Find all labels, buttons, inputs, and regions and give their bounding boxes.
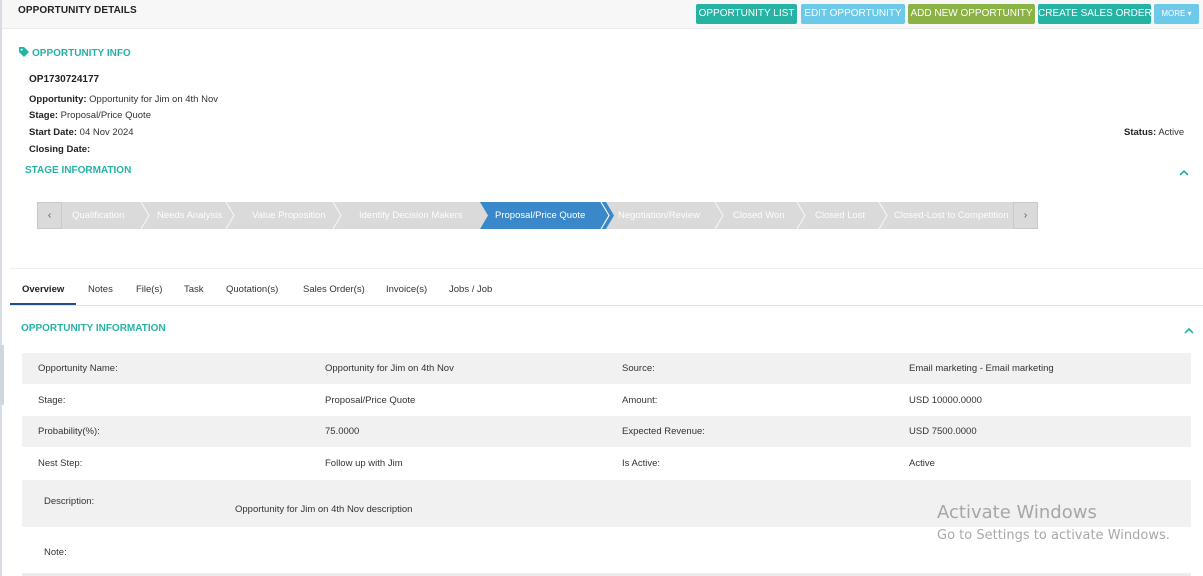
stage-proposal-price-quote[interactable]: Proposal/Price Quote <box>495 202 585 229</box>
status-label: Status: <box>1124 127 1157 138</box>
page-header: OPPORTUNITY DETAILS OPPORTUNITY LIST EDI… <box>2 0 1203 29</box>
stage-row: Stage: Proposal/Price Quote <box>29 110 151 121</box>
opportunity-info-title: OPPORTUNITY INFO <box>32 48 131 59</box>
tag-icon <box>19 47 29 57</box>
activate-windows-title: Activate Windows <box>937 502 1097 523</box>
tab-sales-order-s[interactable]: Sales Order(s) <box>303 284 365 295</box>
field-label: Is Active: <box>622 457 661 469</box>
left-edge-marker <box>0 345 4 405</box>
field-value: Follow up with Jim <box>325 457 403 469</box>
tab-overview[interactable]: Overview <box>22 284 64 295</box>
add-new-opportunity-button[interactable]: ADD NEW OPPORTUNITY <box>908 4 1035 24</box>
table-row: Stage: Proposal/Price Quote Amount: USD 100… <box>22 385 1191 416</box>
opportunity-list-button[interactable]: OPPORTUNITY LIST <box>696 4 797 24</box>
tab-task[interactable]: Task <box>184 284 204 295</box>
table-row: Probability(%): 75.0000 Expected Revenue: U… <box>22 416 1191 447</box>
tab-jobs-job[interactable]: Jobs / Job <box>449 284 492 295</box>
field-value: 75.0000 <box>325 426 360 437</box>
stage-closed-won[interactable]: Closed Won <box>733 202 785 229</box>
stage-value-proposition[interactable]: Value Proposition <box>252 202 326 229</box>
opportunity-info-heading: OPPORTUNITY INFO <box>19 47 131 59</box>
field-value: USD 7500.0000 <box>909 426 977 437</box>
stage-identify-decision-makers[interactable]: Identify Decision Makers <box>359 202 462 229</box>
stage-qualification[interactable]: Qualification <box>72 202 124 229</box>
closing-date-label: Closing Date: <box>29 144 91 155</box>
collapse-stage-chevron-icon[interactable] <box>1178 169 1190 177</box>
field-label: Stage: <box>38 394 66 406</box>
start-date-value: 04 Nov 2024 <box>77 127 134 138</box>
create-sales-order-button[interactable]: CREATE SALES ORDER <box>1038 4 1152 24</box>
more-dropdown-button[interactable]: MORE ▾ <box>1154 4 1199 24</box>
page-title: OPPORTUNITY DETAILS <box>18 5 137 16</box>
stage-separator <box>796 202 806 229</box>
stage-progress-bar: ‹ Qualification Needs Analysis Value Propo… <box>37 202 1038 229</box>
field-label: Opportunity Name: <box>38 363 118 374</box>
tab-quotation-s[interactable]: Quotation(s) <box>226 284 278 295</box>
stage-separator <box>714 202 724 229</box>
section-divider <box>10 268 1203 269</box>
field-value: Email marketing - Email marketing <box>909 363 1054 374</box>
opportunity-name-row: Opportunity: Opportunity for Jim on 4th … <box>29 94 218 105</box>
start-date-label: Start Date: <box>29 127 78 138</box>
note-label: Note: <box>44 547 67 558</box>
field-value: Active <box>909 457 935 469</box>
stage-separator <box>225 202 235 229</box>
table-row: Nest Step: Follow up with Jim Is Active: Ac… <box>22 448 1191 479</box>
activate-windows-subtitle: Go to Settings to activate Windows. <box>937 528 1170 543</box>
opportunity-value: Opportunity for Jim on 4th Nov <box>86 94 218 105</box>
stage-needs-analysis[interactable]: Needs Analysis <box>157 202 222 229</box>
field-label: Source: <box>622 363 655 374</box>
stage-separator <box>332 202 342 229</box>
left-edge <box>0 0 2 576</box>
stage-next-button[interactable]: › <box>1013 202 1038 229</box>
field-value: Opportunity for Jim on 4th Nov <box>325 363 454 374</box>
collapse-information-chevron-icon[interactable] <box>1183 327 1195 335</box>
stage-negotiation-review[interactable]: Negotiation/Review <box>618 202 700 229</box>
opportunity-information-heading: OPPORTUNITY INFORMATION <box>21 323 166 334</box>
stage-separator <box>600 202 610 229</box>
stage-prev-button[interactable]: ‹ <box>37 202 62 229</box>
tab-notes[interactable]: Notes <box>88 284 113 295</box>
status-row: Status: Active <box>1124 127 1184 138</box>
stage-closed-lost-to-competition[interactable]: Closed-Lost to Competition <box>894 202 1009 229</box>
stage-information-heading: STAGE INFORMATION <box>25 165 132 176</box>
stage-separator <box>878 202 888 229</box>
opportunity-id: OP1730724177 <box>29 74 100 85</box>
field-label: Nest Step: <box>38 457 83 469</box>
stage-value: Proposal/Price Quote <box>58 110 151 121</box>
field-value: Proposal/Price Quote <box>325 394 416 406</box>
stage-separator <box>140 202 150 229</box>
field-label: Expected Revenue: <box>622 426 705 437</box>
field-value: USD 10000.0000 <box>909 394 982 406</box>
stage-closed-lost[interactable]: Closed Lost <box>815 202 865 229</box>
tabs-baseline <box>10 305 1203 306</box>
edit-opportunity-button[interactable]: EDIT OPPORTUNITY <box>801 4 905 24</box>
table-row: Opportunity Name: Opportunity for Jim on … <box>22 353 1191 384</box>
description-label: Description: <box>44 496 95 507</box>
stage-label: Stage: <box>29 110 59 121</box>
tab-file-s[interactable]: File(s) <box>136 284 162 295</box>
field-label: Amount: <box>622 394 658 406</box>
start-date-row: Start Date: 04 Nov 2024 <box>29 127 134 138</box>
field-label: Probability(%): <box>38 426 100 437</box>
tab-invoice-s[interactable]: Invoice(s) <box>386 284 427 295</box>
status-value: Active <box>1156 127 1185 138</box>
description-value: Opportunity for Jim on 4th Nov descripti… <box>235 504 413 515</box>
closing-date-row: Closing Date: <box>29 144 90 155</box>
active-tab-indicator <box>10 303 76 305</box>
opportunity-label: Opportunity: <box>29 94 87 105</box>
